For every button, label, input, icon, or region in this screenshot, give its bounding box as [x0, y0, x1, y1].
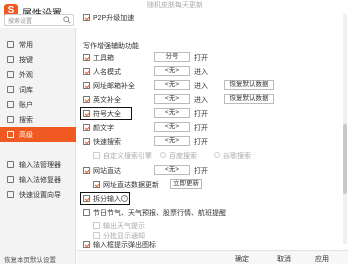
sidebar-item-ime-manager[interactable]: 输入法管理器: [0, 157, 76, 172]
sidebar-item-label: 输入法管理器: [19, 162, 61, 169]
faded-top-text: 随机皮肤每天更新: [147, 2, 203, 9]
holiday-info-checkbox[interactable]: [83, 209, 90, 216]
appearance-icon: [7, 71, 14, 78]
scrollbar[interactable]: [343, 14, 347, 244]
url-email-checkbox[interactable]: [83, 82, 90, 89]
sidebar-item-dictionary[interactable]: 词库: [0, 82, 76, 97]
batch-notify-checkbox[interactable]: [93, 232, 100, 239]
keyboard-icon: [7, 56, 14, 63]
scrollbar-thumb[interactable]: [343, 124, 347, 194]
english-complete-select[interactable]: <无>: [154, 94, 190, 104]
baidu-radio[interactable]: [160, 152, 166, 158]
site-direct-checkbox[interactable]: [83, 167, 90, 174]
cancel-button[interactable]: 取消: [277, 254, 291, 264]
english-complete-restore-button[interactable]: 恢复默认数据: [224, 94, 274, 104]
sidebar-item-advanced[interactable]: 高级: [0, 127, 76, 142]
site-data-update-checkbox[interactable]: [93, 181, 100, 188]
account-icon: [7, 101, 14, 108]
sidebar-item-ime-repair[interactable]: 输入法修复器: [0, 172, 76, 187]
input-hint-checkbox[interactable]: [83, 241, 90, 248]
toolbox-label: 工具箱: [93, 55, 114, 62]
sidebar-item-label: 外观: [19, 72, 33, 79]
search-nav-icon: [7, 116, 14, 123]
sidebar-item-common[interactable]: 常用: [0, 37, 76, 52]
english-complete-enter-link[interactable]: 进入: [194, 95, 208, 105]
url-email-label: 网址邮箱补全: [93, 83, 135, 90]
english-complete-label: 英文补全: [93, 97, 121, 104]
ok-button[interactable]: 确定: [235, 254, 249, 264]
url-email-select[interactable]: <无>: [154, 80, 190, 90]
site-direct-select[interactable]: <无>: [154, 165, 190, 175]
sidebar-item-setup-wizard[interactable]: 快速设置向导: [0, 187, 76, 202]
search-icon[interactable]: [63, 16, 71, 24]
site-direct-open-link[interactable]: 打开: [194, 166, 208, 176]
help-icon[interactable]: ?: [121, 195, 128, 202]
emoticon-select[interactable]: <无>: [154, 122, 190, 132]
name-mode-select[interactable]: <无>: [154, 66, 190, 76]
search-input[interactable]: 搜索设置: [4, 14, 74, 26]
google-option-label: 谷歌搜索: [223, 153, 251, 160]
toolbox-checkbox[interactable]: [83, 54, 90, 61]
symbols-open-link[interactable]: 打开: [194, 109, 208, 119]
name-mode-checkbox[interactable]: [83, 68, 90, 75]
sidebar-item-label: 高级: [19, 132, 33, 139]
site-data-update-label: 网址直达数据更新: [103, 182, 159, 189]
update-now-button[interactable]: 立即更新: [170, 179, 202, 189]
emoticon-open-link[interactable]: 打开: [194, 123, 208, 133]
custom-engine-label: 自定义搜索引擎: [103, 153, 152, 160]
p2p-label: P2P升级加速: [93, 15, 135, 22]
p2p-checkbox[interactable]: [83, 14, 90, 21]
symbols-checkbox[interactable]: [83, 110, 90, 117]
sidebar: 搜索设置 常用 按键 外观 词库 账户 搜索 高级 输入法管理器 输入法修复器 …: [0, 14, 76, 264]
settings-panel: 随机皮肤每天更新 P2P升级加速 写作增强辅助功能 工具箱 分号 打开 人名模式…: [77, 0, 348, 264]
faded-weather-text: 输出天气提示: [103, 223, 145, 230]
sidebar-item-keys[interactable]: 按键: [0, 52, 76, 67]
quick-search-select[interactable]: <无>: [154, 136, 190, 146]
sidebar-item-label: 常用: [19, 42, 33, 49]
sidebar-item-label: 按键: [19, 57, 33, 64]
dictionary-icon: [7, 86, 14, 93]
split-input-checkbox[interactable]: [83, 195, 90, 202]
english-complete-checkbox[interactable]: [83, 96, 90, 103]
emoticon-checkbox[interactable]: [83, 124, 90, 131]
url-email-enter-link[interactable]: 进入: [194, 81, 208, 91]
toolbox-hotkey-select[interactable]: 分号: [154, 52, 190, 62]
apply-button[interactable]: 应用: [315, 254, 329, 264]
quick-search-open-link[interactable]: 打开: [194, 137, 208, 147]
quick-search-label: 快速搜索: [93, 139, 121, 146]
input-hint-label: 输入框提示弹出图标: [93, 242, 156, 249]
common-icon: [7, 41, 14, 48]
symbols-select[interactable]: <无>: [154, 108, 190, 118]
quick-search-checkbox[interactable]: [83, 138, 90, 145]
ime-manager-icon: [7, 161, 14, 168]
advanced-icon: [7, 131, 14, 138]
restore-defaults-link[interactable]: 恢复本页默认设置: [4, 254, 56, 264]
name-mode-enter-link[interactable]: 进入: [194, 67, 208, 77]
baidu-option-label: 百度搜索: [169, 153, 197, 160]
site-direct-label: 网站直达: [93, 168, 121, 175]
sidebar-item-label: 账户: [19, 102, 33, 109]
name-mode-label: 人名模式: [93, 69, 121, 76]
section-title: 写作增强辅助功能: [83, 43, 139, 50]
symbols-label: 符号大全: [93, 111, 121, 118]
wizard-icon: [7, 191, 14, 198]
emoticon-label: 颜文字: [93, 125, 114, 132]
sidebar-item-label: 快速设置向导: [19, 192, 61, 199]
weather-hint-checkbox[interactable]: [93, 222, 100, 229]
search-placeholder: 搜索设置: [8, 19, 33, 25]
sidebar-item-label: 输入法修复器: [19, 177, 61, 184]
url-email-restore-button[interactable]: 恢复默认数据: [224, 80, 274, 90]
sidebar-item-account[interactable]: 账户: [0, 97, 76, 112]
sidebar-item-label: 词库: [19, 87, 33, 94]
split-input-label: 拆分输入: [93, 196, 121, 203]
sidebar-item-appearance[interactable]: 外观: [0, 67, 76, 82]
sidebar-item-search[interactable]: 搜索: [0, 112, 76, 127]
ime-repair-icon: [7, 176, 14, 183]
custom-engine-checkbox[interactable]: [93, 152, 100, 159]
sidebar-item-label: 搜索: [19, 117, 33, 124]
holiday-info-label: 节日节气、天气预报、股票行情、航班提醒: [93, 210, 226, 217]
footer-bar: 确定 取消 应用: [77, 250, 348, 264]
toolbox-open-link[interactable]: 打开: [194, 53, 208, 63]
google-radio[interactable]: [214, 152, 220, 158]
